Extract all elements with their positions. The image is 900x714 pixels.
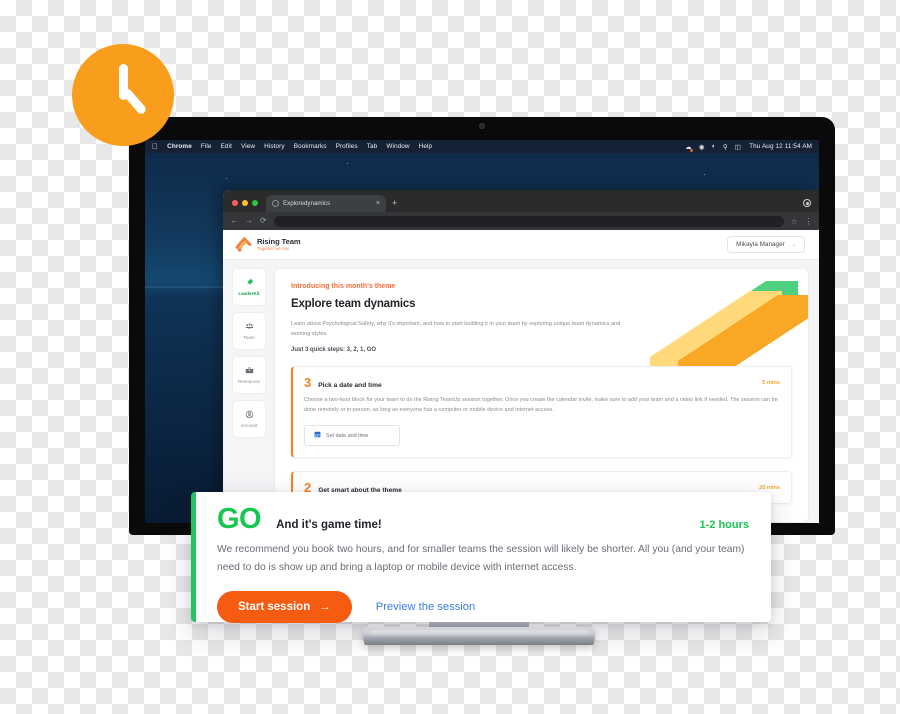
maximize-window-button[interactable] (252, 200, 258, 206)
step-duration-badge: 20 mins (759, 485, 780, 492)
browser-tabstrip: Exploredynamics × + (223, 190, 819, 212)
macos-menubar:  Chrome File Edit View History Bookmark… (145, 140, 819, 153)
wifi-icon[interactable]: ◐ (712, 143, 716, 150)
menubar-clock[interactable]: Thu Aug 12 11:54 AM (749, 143, 812, 150)
menubar-item-help[interactable]: Help (419, 143, 433, 150)
brand-tagline: Together we rise (257, 246, 290, 252)
menubar-item-chrome[interactable]: Chrome (167, 143, 192, 150)
browser-tab[interactable]: Exploredynamics × (266, 195, 386, 212)
arrow-right-icon: → (319, 601, 331, 614)
clock-minute-hand (121, 87, 148, 116)
intro-section: Introducing this month's theme Explore t… (275, 269, 808, 353)
menubar-item-history[interactable]: History (264, 143, 285, 150)
sidebar-item-label: LeaderKit (238, 291, 260, 296)
wallpaper-star (347, 162, 349, 164)
back-icon[interactable]: ← (230, 217, 238, 225)
user-menu-dropdown[interactable]: Mikayla Manager ⌄ (727, 236, 805, 253)
user-menu-name: Mikayla Manager (736, 241, 785, 248)
sidebar-item-resources[interactable]: Resources (232, 356, 266, 394)
go-tagline: And it's game time! (276, 519, 382, 531)
rising-team-app: Rising Team Together we rise Mikayla Man… (223, 230, 819, 523)
menubar-item-view[interactable]: View (241, 143, 255, 150)
rocket-icon (245, 278, 254, 289)
main-content-panel: Introducing this month's theme Explore t… (274, 268, 809, 523)
wallpaper-star (704, 174, 706, 176)
page-title: Explore team dynamics (291, 298, 416, 310)
go-card-header: GO And it's game time! 1-2 hours (217, 503, 749, 535)
start-session-label: Start session (238, 601, 311, 614)
step-number: 3 (304, 374, 312, 390)
menubar-item-window[interactable]: Window (386, 143, 409, 150)
menubar-item-tab[interactable]: Tab (367, 143, 378, 150)
monitor-stand (363, 621, 595, 649)
desktop-screen:  Chrome File Edit View History Bookmark… (145, 140, 819, 523)
set-date-and-time-label: Set date and time (326, 432, 369, 439)
app-body: LeaderKit Team Resources Account Introdu… (223, 260, 819, 523)
step-duration-badge: 5 mins (762, 379, 780, 386)
go-session-card: GO And it's game time! 1-2 hours We reco… (191, 492, 771, 624)
sidebar-item-team[interactable]: Team (232, 312, 266, 350)
browser-menu-icon[interactable]: ⋮ (805, 217, 813, 226)
browser-tab-title: Exploredynamics (283, 200, 331, 207)
intro-steps-line: Just 3 quick steps: 3, 2, 1, GO (291, 346, 377, 353)
page-favicon (272, 200, 279, 207)
go-card-actions: Start session → Preview the session (217, 591, 749, 624)
minimize-window-button[interactable] (242, 200, 248, 206)
new-tab-button[interactable]: + (386, 199, 403, 212)
clock-icon (72, 44, 174, 146)
sidebar-item-label: Account (240, 423, 258, 428)
brand-logo[interactable]: Rising Team Together we rise (235, 236, 301, 253)
sidebar-item-account[interactable]: Account (232, 400, 266, 438)
intro-kicker: Introducing this month's theme (291, 283, 396, 290)
start-session-button[interactable]: Start session → (217, 591, 352, 624)
rising-team-logo-icon (235, 236, 252, 253)
menubar-item-file[interactable]: File (201, 143, 212, 150)
window-traffic-lights (231, 200, 266, 212)
close-icon[interactable]: × (376, 200, 380, 207)
screen-mirroring-icon[interactable]: ◫ (735, 143, 741, 151)
go-logo: GO (217, 503, 262, 535)
set-date-and-time-button[interactable]: Set date and time (304, 425, 400, 447)
reload-icon[interactable]: ⟳ (260, 217, 267, 225)
browser-toolbar: ← → ⟳ ☆ ⋮ (223, 212, 819, 230)
webcam-icon (479, 123, 485, 129)
step-body-text: Choose a two-hour block for your team to… (304, 396, 778, 414)
menubar-item-bookmarks[interactable]: Bookmarks (294, 143, 327, 150)
go-description: We recommend you book two hours, and for… (217, 544, 745, 574)
close-window-button[interactable] (232, 200, 238, 206)
imac-monitor:  Chrome File Edit View History Bookmark… (129, 117, 835, 535)
menubar-item-profiles[interactable]: Profiles (336, 143, 358, 150)
sidebar-item-label: Resources (238, 379, 260, 384)
chrome-browser-window: Exploredynamics × + ← → ⟳ ☆ ⋮ Rising Tea… (223, 190, 819, 523)
search-icon[interactable]: ⚲ (723, 143, 728, 151)
step-title: Pick a date and time (318, 381, 382, 389)
step-header: 3 Pick a date and time (304, 376, 780, 389)
control-center-icon[interactable]: ◉ (699, 143, 705, 151)
user-circle-icon (245, 410, 254, 421)
app-header: Rising Team Together we rise Mikayla Man… (223, 230, 819, 260)
sidebar-nav: LeaderKit Team Resources Account (232, 268, 266, 523)
step-card-3[interactable]: 3 Pick a date and time 5 mins Choose a t… (291, 365, 792, 459)
menubar-item-edit[interactable]: Edit (221, 143, 232, 150)
stand-base (363, 627, 595, 645)
toolbox-icon (245, 366, 254, 377)
sidebar-item-leaderkit[interactable]: LeaderKit (232, 268, 266, 306)
dropbox-icon[interactable]: ☁ (685, 143, 693, 152)
wallpaper-star (225, 178, 227, 180)
bookmark-star-icon[interactable]: ☆ (791, 217, 798, 226)
sidebar-item-label: Team (243, 335, 255, 340)
intro-description: Learn about Psychological Safety, why it… (291, 321, 621, 338)
address-bar[interactable] (273, 215, 784, 227)
chevron-down-icon: ⌄ (791, 241, 796, 248)
apple-logo-icon[interactable]:  (152, 142, 158, 151)
forward-icon[interactable]: → (245, 217, 253, 225)
go-duration: 1-2 hours (699, 519, 749, 531)
calendar-icon (314, 431, 321, 440)
brand-name: Rising Team (257, 236, 301, 246)
brand-text: Rising Team Together we rise (257, 236, 301, 252)
profile-avatar-icon[interactable] (803, 199, 811, 207)
people-icon (245, 322, 254, 333)
preview-the-session-link[interactable]: Preview the session (376, 601, 476, 613)
